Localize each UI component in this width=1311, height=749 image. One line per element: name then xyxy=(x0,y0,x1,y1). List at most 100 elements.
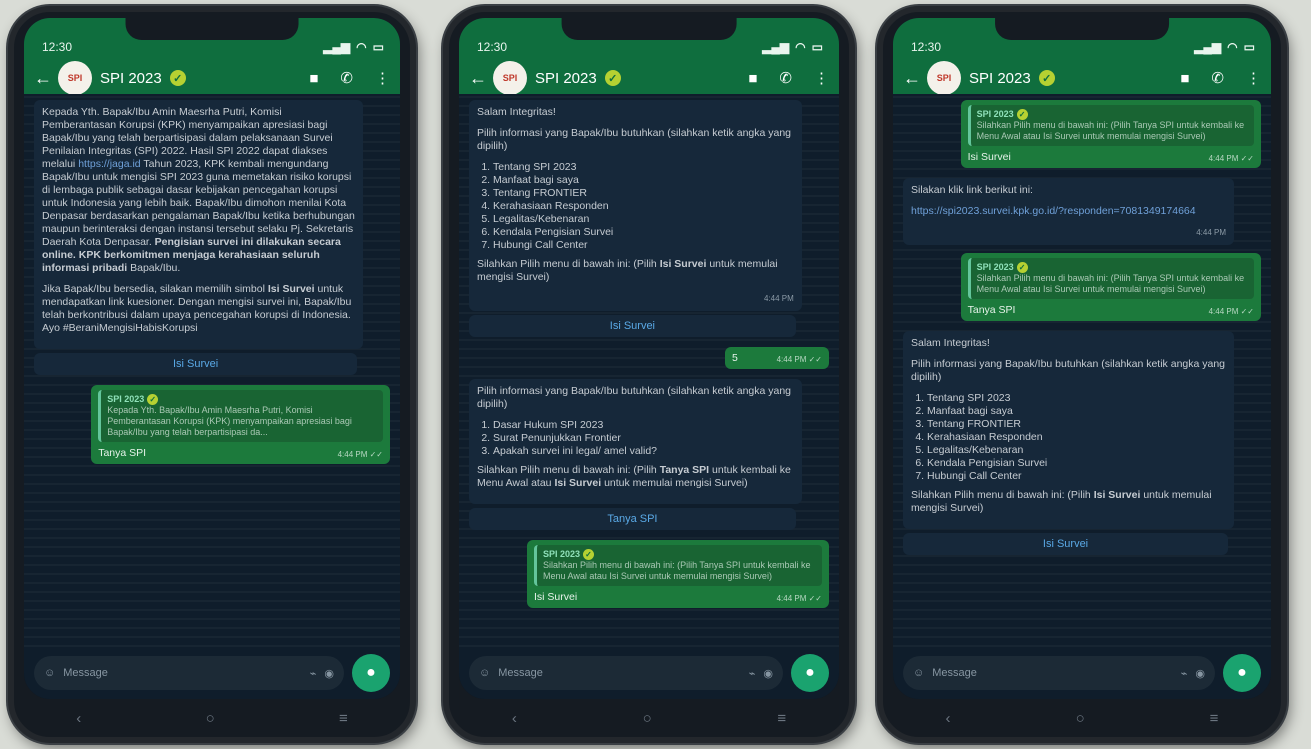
list-item: Hubungi Call Center xyxy=(927,470,1226,483)
list-item: Tentang SPI 2023 xyxy=(927,392,1226,405)
mic-button[interactable]: ● xyxy=(352,654,390,692)
attach-icon[interactable]: ⌁ xyxy=(310,667,317,680)
isi-survei-button[interactable]: Isi Survei xyxy=(34,353,358,375)
list-item: Kendala Pengisian Survei xyxy=(493,226,794,239)
reply-text: Isi Survei xyxy=(534,591,578,603)
chat-area[interactable]: SPI 2023 ✓ Silahkan Pilih menu di bawah i… xyxy=(893,94,1271,647)
more-vertical-icon[interactable]: ⋮ xyxy=(814,69,829,87)
message-time: 4:44 PM xyxy=(1196,228,1227,237)
survey-link[interactable]: https://spi2023.survei.kpk.go.id/?respon… xyxy=(911,205,1196,217)
arrow-left-icon[interactable]: ← xyxy=(34,68,52,89)
message-input[interactable]: ☺ Message ⌁ ◉ xyxy=(34,656,344,690)
list-item: Hubungi Call Center xyxy=(493,239,794,252)
message-bubble: Kepada Yth. Bapak/Ibu Amin Maesrha Putri… xyxy=(34,100,364,349)
mic-button[interactable]: ● xyxy=(1223,654,1261,692)
back-nav-icon[interactable]: ‹ xyxy=(946,710,951,727)
video-icon[interactable]: ■ xyxy=(748,70,757,87)
mic-button[interactable]: ● xyxy=(791,654,829,692)
video-icon[interactable]: ■ xyxy=(309,70,318,87)
recents-nav-icon[interactable]: ≡ xyxy=(1210,710,1219,727)
message-text: untuk memulai mengisi Survei) xyxy=(604,477,748,489)
battery-icon: ▭ xyxy=(372,40,384,54)
avatar[interactable]: SPI xyxy=(927,61,961,95)
quoted-message[interactable]: SPI 2023 ✓ Silahkan Pilih menu di bawah i… xyxy=(967,105,1254,146)
camera-icon[interactable]: ◉ xyxy=(763,667,773,680)
camera-icon[interactable]: ◉ xyxy=(324,667,334,680)
message-text: Bapak/Ibu. xyxy=(130,262,181,274)
camera-icon[interactable]: ◉ xyxy=(1195,667,1205,680)
home-nav-icon[interactable]: ○ xyxy=(206,710,215,727)
tanya-spi-button[interactable]: Tanya SPI xyxy=(469,508,796,530)
recents-nav-icon[interactable]: ≡ xyxy=(777,710,786,727)
emoji-icon[interactable]: ☺ xyxy=(44,667,55,679)
system-icons: ▂▄▆ ◠ ▭ xyxy=(323,40,384,54)
arrow-left-icon[interactable]: ← xyxy=(903,68,921,89)
outgoing-reply: SPI 2023 ✓ Silahkan Pilih menu di bawah i… xyxy=(960,100,1261,168)
quoted-message[interactable]: SPI 2023 ✓ Silahkan Pilih menu di bawah i… xyxy=(534,545,822,586)
chat-header: ← SPI SPI 2023 ✓ ■ ✆ ⋮ xyxy=(459,58,839,98)
message-composer: ☺ Message ⌁ ◉ ● xyxy=(459,647,839,699)
status-time: 12:30 xyxy=(42,40,73,54)
list-item: Tentang FRONTIER xyxy=(927,418,1226,431)
menu-list: Dasar Hukum SPI 2023 Surat Penunjukkan F… xyxy=(477,419,794,458)
more-vertical-icon[interactable]: ⋮ xyxy=(1246,69,1261,87)
message-bubble: Pilih informasi yang Bapak/Ibu butuhkan … xyxy=(469,379,802,504)
recents-nav-icon[interactable]: ≡ xyxy=(339,710,348,727)
avatar[interactable]: SPI xyxy=(493,61,527,95)
home-nav-icon[interactable]: ○ xyxy=(1076,710,1085,727)
video-icon[interactable]: ■ xyxy=(1180,70,1189,87)
list-item: Dasar Hukum SPI 2023 xyxy=(493,419,794,432)
message-link[interactable]: https://jaga.id xyxy=(78,158,140,170)
home-nav-icon[interactable]: ○ xyxy=(643,710,652,727)
mic-icon: ● xyxy=(805,664,815,681)
message-text: Silahkan Pilih menu di bawah ini: (Pilih xyxy=(477,464,657,476)
verified-badge-icon: ✓ xyxy=(147,394,159,405)
chat-title[interactable]: SPI 2023 xyxy=(969,70,1031,87)
quote-sender: SPI 2023 xyxy=(107,394,145,404)
outgoing-reply: SPI 2023 ✓ Silahkan Pilih menu di bawah i… xyxy=(527,540,829,608)
system-icons: ▂▄▆ ◠ ▭ xyxy=(1194,40,1255,54)
attach-icon[interactable]: ⌁ xyxy=(749,667,756,680)
quoted-message[interactable]: SPI 2023 ✓ Kepada Yth. Bapak/Ibu Amin Mae… xyxy=(98,390,383,442)
quoted-message[interactable]: SPI 2023 ✓ Silahkan Pilih menu di bawah i… xyxy=(967,258,1254,299)
chat-title[interactable]: SPI 2023 xyxy=(535,70,597,87)
outgoing-reply: SPI 2023 ✓ Silahkan Pilih menu di bawah i… xyxy=(960,253,1261,321)
phone-icon[interactable]: ✆ xyxy=(1211,69,1224,87)
greeting: Salam Integritas! xyxy=(911,337,990,349)
back-nav-icon[interactable]: ‹ xyxy=(512,710,517,727)
message-bold-text: Isi Survei xyxy=(1093,489,1141,501)
phone-icon[interactable]: ✆ xyxy=(340,69,353,87)
chat-area[interactable]: Salam Integritas! Pilih informasi yang B… xyxy=(459,94,839,647)
chat-area[interactable]: Kepada Yth. Bapak/Ibu Amin Maesrha Putri… xyxy=(24,94,400,647)
emoji-icon[interactable]: ☺ xyxy=(913,667,924,679)
signal-icon: ▂▄▆ xyxy=(323,40,351,54)
list-item: Tentang FRONTIER xyxy=(493,187,794,200)
chat-title[interactable]: SPI 2023 xyxy=(100,70,162,87)
back-nav-icon[interactable]: ‹ xyxy=(76,710,81,727)
whatsapp-screen-1: 12:30 ▂▄▆ ◠ ▭ ← SPI SPI 2023 ✓ ■ ✆ ⋮ Kep xyxy=(24,18,400,699)
phone-2: 12:30 ▂▄▆ ◠ ▭ ← SPI SPI 2023 ✓ ■ ✆ ⋮ Sal xyxy=(443,6,855,743)
message-placeholder: Message xyxy=(63,667,108,679)
isi-survei-button[interactable]: Isi Survei xyxy=(469,315,796,337)
list-item: Apakah survei ini legal/ amel valid? xyxy=(493,445,794,458)
battery-icon: ▭ xyxy=(811,40,823,54)
verified-badge-icon: ✓ xyxy=(583,549,595,560)
avatar[interactable]: SPI xyxy=(58,61,92,95)
outgoing-reply: SPI 2023 ✓ Kepada Yth. Bapak/Ibu Amin Mae… xyxy=(91,385,390,464)
message-composer: ☺ Message ⌁ ◉ ● xyxy=(24,647,400,699)
message-text: Tahun 2023, KPK kembali mengundang Bapak… xyxy=(42,158,355,248)
more-vertical-icon[interactable]: ⋮ xyxy=(375,69,390,87)
emoji-icon[interactable]: ☺ xyxy=(479,667,490,679)
phone-1: 12:30 ▂▄▆ ◠ ▭ ← SPI SPI 2023 ✓ ■ ✆ ⋮ Kep xyxy=(8,6,416,743)
message-text: Silahkan Pilih menu di bawah ini: (Pilih xyxy=(477,258,657,270)
attach-icon[interactable]: ⌁ xyxy=(1181,667,1188,680)
mic-icon: ● xyxy=(1237,664,1247,681)
arrow-left-icon[interactable]: ← xyxy=(469,68,487,89)
isi-survei-button[interactable]: Isi Survei xyxy=(903,533,1229,555)
reply-text: 5 xyxy=(732,352,738,364)
battery-icon: ▭ xyxy=(1243,40,1255,54)
message-input[interactable]: ☺ Message ⌁ ◉ xyxy=(903,656,1215,690)
reply-text: Tanya SPI xyxy=(98,447,147,459)
phone-icon[interactable]: ✆ xyxy=(779,69,792,87)
message-input[interactable]: ☺ Message ⌁ ◉ xyxy=(469,656,783,690)
